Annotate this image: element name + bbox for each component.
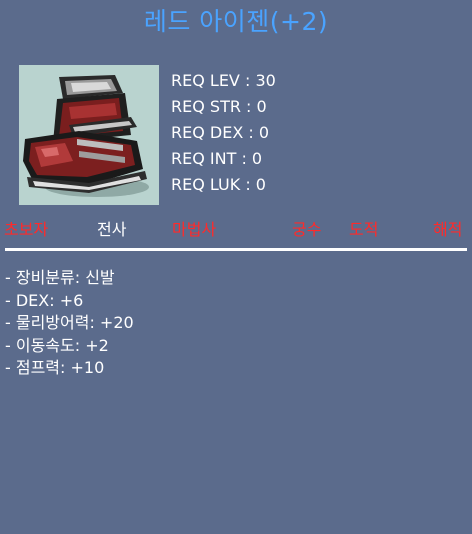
req-str: REQ STR : 0 bbox=[171, 97, 267, 116]
red-boots-icon bbox=[23, 75, 149, 197]
class-bowman: 궁수 bbox=[292, 220, 322, 239]
class-warrior: 전사 bbox=[97, 220, 127, 239]
stat-speed: - 이동속도: +2 bbox=[5, 335, 109, 355]
stat-dex: - DEX: +6 bbox=[5, 290, 84, 310]
requirements-list: REQ LEV : 30 REQ STR : 0 REQ DEX : 0 REQ… bbox=[171, 68, 276, 198]
item-stats-list: - 장비분류: 신발 - DEX: +6 - 물리방어력: +20 - 이동속도… bbox=[5, 267, 134, 380]
item-title: 레드 아이젠(+2) bbox=[143, 7, 329, 36]
req-luk: REQ LUK : 0 bbox=[171, 175, 266, 194]
req-dex: REQ DEX : 0 bbox=[171, 123, 270, 142]
req-int: REQ INT : 0 bbox=[171, 149, 263, 168]
stat-weapon-defense: - 물리방어력: +20 bbox=[5, 313, 134, 332]
divider bbox=[5, 248, 467, 251]
stat-category: - 장비분류: 신발 bbox=[5, 268, 115, 287]
class-beginner: 초보자 bbox=[4, 220, 49, 239]
job-class-row: 초보자 전사 마법사 궁수 도적 해적 bbox=[0, 218, 472, 242]
req-level: REQ LEV : 30 bbox=[171, 71, 276, 90]
class-magician: 마법사 bbox=[172, 220, 217, 239]
stat-jump: - 점프력: +10 bbox=[5, 358, 105, 377]
item-icon-frame bbox=[19, 65, 159, 205]
class-thief: 도적 bbox=[349, 220, 379, 239]
class-pirate: 해적 bbox=[433, 220, 463, 239]
